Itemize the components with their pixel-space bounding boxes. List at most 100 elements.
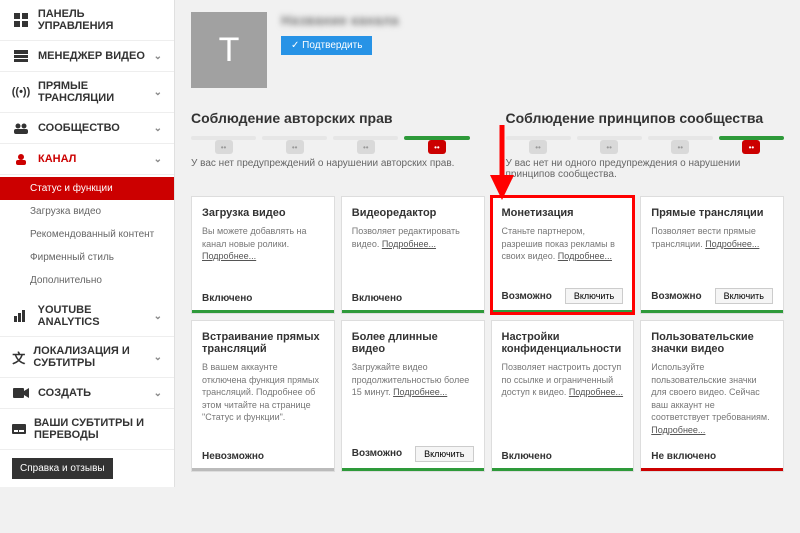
enable-button[interactable]: Включить [415, 446, 473, 462]
dashboard-icon [12, 13, 30, 27]
community-meter: •• •• •• •• [506, 136, 785, 140]
nav-item-analytics[interactable]: YOUTUBE ANALYTICS⌄ [0, 296, 174, 337]
nav-item-dashboard[interactable]: ПАНЕЛЬ УПРАВЛЕНИЯ [0, 0, 174, 41]
status-bar [342, 310, 484, 313]
status-bar [492, 310, 634, 313]
sidebar: ПАНЕЛЬ УПРАВЛЕНИЯ МЕНЕДЖЕР ВИДЕО ⌄ ((•)) ПРЯ… [0, 0, 175, 487]
nav-label: ЛОКАЛИЗАЦИЯ И СУБТИТРЫ [33, 345, 153, 369]
translate-icon: 文 [12, 350, 25, 364]
card-title: Встраивание прямых трансляций [202, 331, 324, 355]
status-bar [192, 468, 334, 471]
card-title: Загрузка видео [202, 207, 324, 219]
nav-label: ПРЯМЫЕ ТРАНСЛЯЦИИ [38, 80, 154, 104]
status-bar [492, 468, 634, 471]
chevron-down-icon: ⌄ [154, 311, 162, 322]
learn-more-link[interactable]: Подробнее... [705, 239, 759, 249]
copyright-text: У вас нет предупреждений о нарушении авт… [191, 158, 470, 169]
live-icon: ((•)) [12, 85, 30, 99]
status-label: Не включено [651, 451, 716, 462]
nav-label: СОЗДАТЬ [38, 387, 91, 399]
subtitles-icon [12, 422, 26, 436]
card-title: Более длинные видео [352, 331, 474, 355]
community-text: У вас нет ни одного предупреждения о нар… [506, 158, 785, 180]
chevron-down-icon: ⌄ [154, 388, 162, 399]
card-title: Монетизация [502, 207, 624, 219]
status-label: Невозможно [202, 451, 264, 462]
status-bar [342, 468, 484, 471]
card-desc: Используйте пользовательские значки для … [651, 361, 773, 437]
community-icon [12, 121, 30, 135]
status-bar [641, 310, 783, 313]
status-label: Возможно [651, 291, 701, 302]
learn-more-link[interactable]: Подробнее... [202, 251, 256, 261]
avatar: Т [191, 12, 267, 88]
learn-more-link[interactable]: Подробнее... [651, 425, 705, 435]
card-desc: Станьте партнером, разрешив показ реклам… [502, 225, 624, 274]
learn-more-link[interactable]: Подробнее... [393, 387, 447, 397]
status-label: Включено [202, 293, 252, 304]
nav-item-translate[interactable]: 文 ЛОКАЛИЗАЦИЯ И СУБТИТРЫ⌄ [0, 337, 174, 378]
nav-label: YOUTUBE ANALYTICS [38, 304, 154, 328]
sub-item[interactable]: Статус и функции [0, 177, 174, 200]
card-desc: Загружайте видео продолжительностью боле… [352, 361, 474, 432]
learn-more-link[interactable]: Подробнее... [558, 251, 612, 261]
feature-card: Монетизация Станьте партнером, разрешив п… [491, 196, 635, 314]
status-bar [641, 468, 783, 471]
card-desc: Позволяет редактировать видео. Подробнее… [352, 225, 474, 279]
feature-card: Встраивание прямых трансляцийВ вашем акк… [191, 320, 335, 472]
community-title: Соблюдение принципов сообщества [506, 110, 785, 126]
nav-item-video-manager[interactable]: МЕНЕДЖЕР ВИДЕО ⌄ [0, 41, 174, 72]
feature-card: Пользовательские значки видео Используйте… [640, 320, 784, 472]
card-desc: Позволяет вести прямые трансляции. Подро… [651, 225, 773, 274]
chevron-down-icon: ⌄ [154, 51, 162, 62]
nav-label: КАНАЛ [38, 153, 76, 165]
status-label: Включено [352, 293, 402, 304]
card-title: Пользовательские значки видео [651, 331, 773, 355]
copyright-status: Соблюдение авторских прав •• •• •• •• У … [191, 110, 470, 180]
copyright-meter: •• •• •• •• [191, 136, 470, 140]
feature-card: Настройки конфиденциальностиПозволяет на… [491, 320, 635, 472]
card-title: Настройки конфиденциальности [502, 331, 624, 355]
chevron-down-icon: ⌄ [154, 154, 162, 165]
sub-item[interactable]: Рекомендованный контент [0, 223, 174, 246]
feature-card: Более длинные видео Загружайте видео прод… [341, 320, 485, 472]
enable-button[interactable]: Включить [715, 288, 773, 304]
channel-icon [12, 152, 30, 166]
copyright-title: Соблюдение авторских прав [191, 110, 470, 126]
card-title: Прямые трансляции [651, 207, 773, 219]
sub-item[interactable]: Дополнительно [0, 269, 174, 292]
video-manager-icon [12, 49, 30, 63]
feature-grid: Загрузка видео Вы можете добавлять на кан… [191, 196, 784, 472]
feature-card: Загрузка видео Вы можете добавлять на кан… [191, 196, 335, 314]
verify-label: Подтвердить [302, 40, 362, 51]
nav-label: СООБЩЕСТВО [38, 122, 120, 134]
card-title: Видеоредактор [352, 207, 474, 219]
sub-item[interactable]: Загрузка видео [0, 200, 174, 223]
help-feedback-button[interactable]: Справка и отзывы [12, 458, 113, 479]
learn-more-link[interactable]: Подробнее... [382, 239, 436, 249]
enable-button[interactable]: Включить [565, 288, 623, 304]
status-bar [192, 310, 334, 313]
nav-item-channel[interactable]: КАНАЛ ⌄ [0, 144, 174, 175]
nav-item-community[interactable]: СООБЩЕСТВО ⌄ [0, 113, 174, 144]
chevron-down-icon: ⌄ [154, 352, 162, 363]
status-label: Возможно [352, 448, 402, 459]
main-content: Т Название канала ✓ Подтвердить Соблюден… [175, 0, 800, 487]
channel-name: Название канала [281, 12, 399, 28]
nav-item-create[interactable]: СОЗДАТЬ ⌄ [0, 378, 174, 409]
chevron-down-icon: ⌄ [154, 123, 162, 134]
card-desc: Вы можете добавлять на канал новые ролик… [202, 225, 324, 279]
learn-more-link[interactable]: Подробнее... [569, 387, 623, 397]
feature-card: Прямые трансляции Позволяет вести прямые … [640, 196, 784, 314]
nav-item-live[interactable]: ((•)) ПРЯМЫЕ ТРАНСЛЯЦИИ⌄ [0, 72, 174, 113]
nav-label: ВАШИ СУБТИТРЫ И ПЕРЕВОДЫ [34, 417, 162, 441]
verify-button[interactable]: ✓ Подтвердить [281, 36, 372, 55]
feature-card: Видеоредактор Позволяет редактировать вид… [341, 196, 485, 314]
community-status: Соблюдение принципов сообщества •• •• ••… [506, 110, 785, 180]
nav-label: МЕНЕДЖЕР ВИДЕО [38, 50, 145, 62]
sub-item[interactable]: Фирменный стиль [0, 246, 174, 269]
create-icon [12, 386, 30, 400]
nav-item-subtitles[interactable]: ВАШИ СУБТИТРЫ И ПЕРЕВОДЫ [0, 409, 174, 450]
chevron-down-icon: ⌄ [154, 87, 162, 98]
status-label: Возможно [502, 291, 552, 302]
